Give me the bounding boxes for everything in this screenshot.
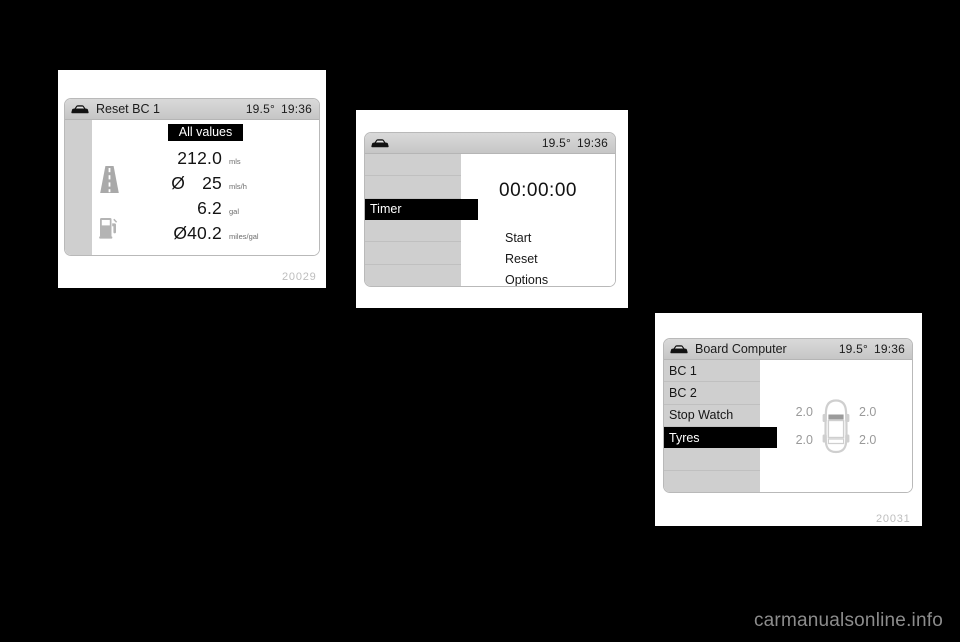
menu-item-2[interactable] bbox=[365, 176, 461, 199]
menu-rail: BC 1 BC 2 Stop Watch Tyres bbox=[664, 360, 778, 492]
bc-value-number: 25 bbox=[202, 173, 222, 193]
temperature-value: 19.5° bbox=[541, 136, 571, 150]
display-title: Board Computer bbox=[695, 342, 787, 356]
temperature-value: 19.5° bbox=[245, 102, 275, 116]
menu-item-1[interactable] bbox=[365, 154, 461, 177]
menu-item-bc1[interactable]: BC 1 bbox=[664, 360, 760, 383]
timer-action-options[interactable]: Options bbox=[505, 270, 548, 286]
figure-number: 20029 bbox=[282, 271, 317, 283]
tyre-pressure-graphic: 2.0 2.0 2.0 2.0 bbox=[760, 360, 912, 492]
bc-unit: mls/h bbox=[229, 182, 247, 191]
menu-item-5[interactable] bbox=[365, 242, 461, 265]
display-reset-bc1: Reset BC 1 19.5° 19:36 All values 212.0 … bbox=[64, 98, 320, 256]
tyre-value-front-right: 2.0 bbox=[859, 405, 877, 420]
display-content: 00:00:00 Start Reset Options bbox=[461, 154, 615, 286]
fuel-pump-icon bbox=[99, 215, 119, 244]
timer-actions: Start Reset Options bbox=[505, 228, 548, 286]
figure-reset-bc1: Reset BC 1 19.5° 19:36 All values 212.0 … bbox=[58, 70, 326, 288]
display-board-computer: Board Computer 19.5° 19:36 BC 1 BC 2 Stop… bbox=[663, 338, 913, 493]
display-content: All values 212.0 mls Ø 25 mls/h 6.2 gal … bbox=[92, 120, 319, 255]
car-top-view-icon bbox=[815, 398, 857, 454]
car-front-icon bbox=[670, 344, 688, 355]
bc-value: Ø 25 bbox=[126, 173, 222, 194]
header-status: 19.5° 19:36 bbox=[542, 136, 608, 150]
figure-timer: 19.5° 19:36 Timer 00:00:00 Start Reset Op… bbox=[356, 110, 628, 308]
tyre-value-front-left: 2.0 bbox=[795, 405, 813, 420]
figure-number: 20031 bbox=[876, 513, 911, 525]
menu-item-6[interactable] bbox=[365, 264, 461, 286]
figure-board-computer: Board Computer 19.5° 19:36 BC 1 BC 2 Stop… bbox=[655, 313, 922, 526]
bc-unit: miles/gal bbox=[229, 232, 259, 241]
display-timer: 19.5° 19:36 Timer 00:00:00 Start Reset Op… bbox=[364, 132, 616, 287]
bc-value-number: 212.0 bbox=[177, 148, 222, 168]
tyre-value-rear-right: 2.0 bbox=[859, 432, 877, 447]
timer-action-reset[interactable]: Reset bbox=[505, 249, 548, 270]
car-front-icon bbox=[371, 138, 389, 149]
header-status: 19.5° 19:36 bbox=[246, 102, 312, 116]
site-watermark: carmanualsonline.info bbox=[753, 610, 943, 631]
bc-value: Ø40.2 bbox=[126, 223, 222, 244]
display-header: 19.5° 19:36 bbox=[365, 133, 615, 154]
clock-value: 19:36 bbox=[873, 342, 905, 356]
display-header: Reset BC 1 19.5° 19:36 bbox=[65, 99, 319, 120]
tyre-grid: 2.0 2.0 2.0 2.0 bbox=[795, 398, 877, 454]
bc-row-fuel-used: 6.2 gal bbox=[92, 198, 319, 239]
menu-item-timer[interactable]: Timer bbox=[365, 198, 479, 220]
bc-row-distance: 212.0 mls bbox=[92, 148, 319, 193]
average-symbol: Ø bbox=[173, 223, 188, 243]
header-status: 19.5° 19:36 bbox=[839, 342, 905, 356]
average-symbol: Ø bbox=[171, 173, 186, 193]
all-values-banner-wrap: All values bbox=[92, 124, 319, 141]
tyre-value-rear-left: 2.0 bbox=[795, 432, 813, 447]
bc-row-average-speed: Ø 25 mls/h bbox=[92, 173, 319, 198]
bc-unit: mls bbox=[229, 157, 241, 166]
all-values-banner[interactable]: All values bbox=[167, 124, 244, 141]
side-rail bbox=[65, 120, 92, 255]
temperature-value: 19.5° bbox=[838, 342, 868, 356]
bc-value-number: 40.2 bbox=[187, 223, 222, 243]
display-content: 2.0 2.0 2.0 2.0 bbox=[760, 360, 912, 492]
menu-item-stop-watch[interactable]: Stop Watch bbox=[664, 404, 760, 427]
display-title: Reset BC 1 bbox=[96, 102, 160, 116]
display-body: All values 212.0 mls Ø 25 mls/h 6.2 gal … bbox=[65, 120, 319, 255]
menu-item-6[interactable] bbox=[664, 470, 760, 492]
display-body: BC 1 BC 2 Stop Watch Tyres 2.0 2.0 2.0 2… bbox=[664, 360, 912, 492]
bc-value: 6.2 bbox=[126, 198, 222, 219]
display-body: Timer 00:00:00 Start Reset Options bbox=[365, 154, 615, 286]
bc-value-number: 6.2 bbox=[197, 198, 222, 218]
menu-item-tyres[interactable]: Tyres bbox=[664, 426, 778, 449]
menu-item-5[interactable] bbox=[664, 448, 760, 471]
bc-row-average-consumption: Ø40.2 miles/gal bbox=[92, 223, 319, 248]
car-front-icon bbox=[71, 104, 89, 115]
display-header: Board Computer 19.5° 19:36 bbox=[664, 339, 912, 360]
timer-readout: 00:00:00 bbox=[499, 180, 577, 201]
bc-value: 212.0 bbox=[126, 148, 222, 169]
menu-item-bc2[interactable]: BC 2 bbox=[664, 382, 760, 405]
menu-rail: Timer bbox=[365, 154, 479, 286]
clock-value: 19:36 bbox=[576, 136, 608, 150]
clock-value: 19:36 bbox=[280, 102, 312, 116]
menu-item-4[interactable] bbox=[365, 219, 461, 243]
bc-values-list: 212.0 mls Ø 25 mls/h 6.2 gal Ø40.2 miles… bbox=[92, 146, 319, 255]
bc-unit: gal bbox=[229, 207, 240, 216]
timer-action-start[interactable]: Start bbox=[505, 228, 548, 249]
road-icon bbox=[99, 166, 120, 198]
